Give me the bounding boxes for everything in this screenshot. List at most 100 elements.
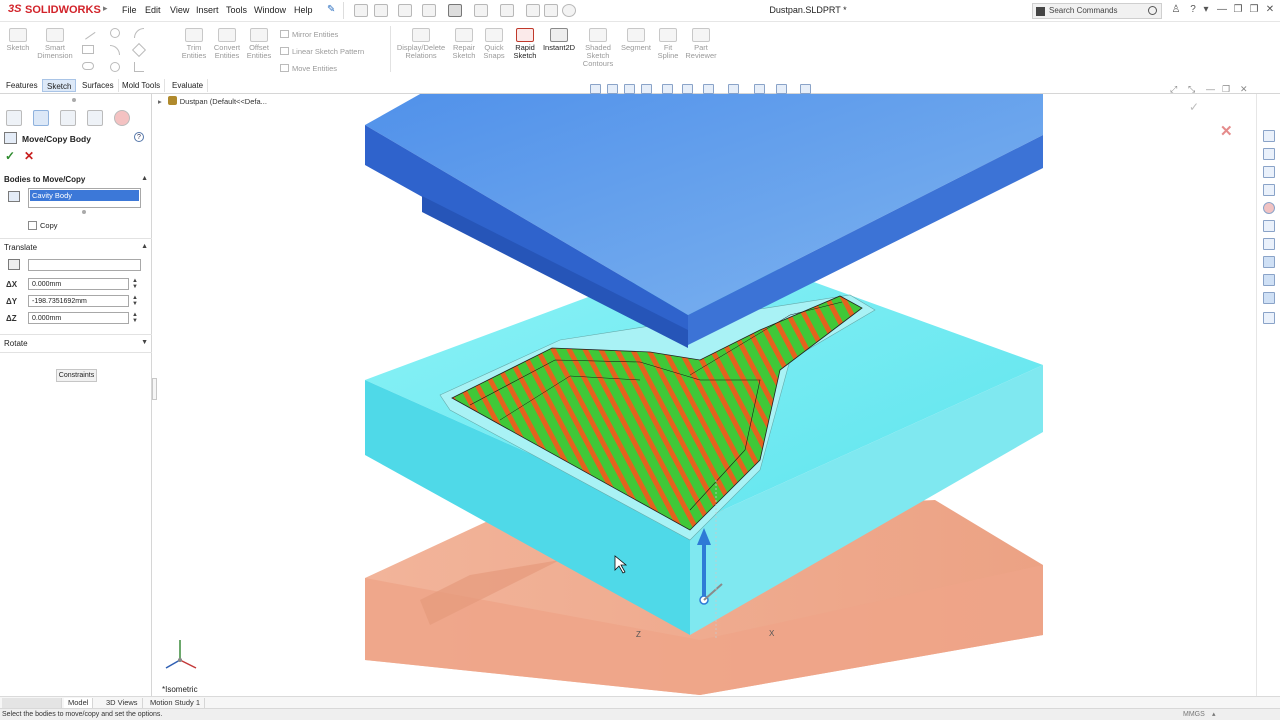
delta-y-input[interactable]: -198.7351692mm — [28, 295, 129, 307]
core-top-plate[interactable] — [365, 94, 1043, 348]
ok-button[interactable]: ✓ — [5, 149, 15, 163]
search-commands-box[interactable]: Search Commands — [1032, 3, 1162, 19]
display-style-icon[interactable] — [703, 84, 714, 94]
zoom-to-fit-icon[interactable] — [590, 84, 601, 94]
view-palette-icon[interactable] — [1263, 184, 1275, 196]
delta-x-spinner[interactable]: ▲ ▼ — [131, 278, 139, 290]
open-file-icon[interactable] — [398, 4, 412, 17]
view-cube-icon[interactable] — [1263, 256, 1275, 268]
close-window-icon[interactable]: ✕ — [1264, 4, 1276, 16]
menu-insert[interactable]: Insert — [196, 5, 219, 15]
shaded-sketch-contours-button[interactable]: Shaded Sketch Contours — [580, 28, 616, 68]
minimize-view-icon[interactable]: — — [1206, 84, 1215, 94]
view-cube-alt-icon[interactable] — [1263, 274, 1275, 286]
close-view-icon[interactable]: ✕ — [1240, 84, 1248, 95]
options-gear-icon[interactable] — [562, 4, 576, 17]
custom-properties-icon[interactable] — [1263, 220, 1275, 232]
menu-view[interactable]: View — [170, 5, 189, 15]
print-icon[interactable] — [448, 4, 462, 17]
units-selector[interactable]: MMGS — [1183, 711, 1205, 718]
circle-icon[interactable] — [110, 28, 120, 38]
tab-evaluate[interactable]: Evaluate — [168, 79, 209, 92]
expand-view-icon[interactable]: ⤢ — [1170, 84, 1177, 95]
confirmation-cancel-icon[interactable]: ✕ — [1220, 122, 1233, 140]
collapse-icon[interactable]: ▲ — [141, 175, 148, 182]
bodies-selection-list[interactable]: Cavity Body — [28, 188, 141, 208]
file-explorer-icon[interactable] — [1263, 166, 1275, 178]
task-pane-tool-icon[interactable] — [1263, 312, 1275, 324]
tab-mold-tools[interactable]: Mold Tools — [118, 79, 166, 92]
undo-icon[interactable] — [474, 4, 488, 17]
file-properties-icon[interactable] — [544, 4, 558, 17]
tab-surfaces[interactable]: Surfaces — [78, 79, 119, 92]
trim-entities-button[interactable]: Trim Entities — [180, 28, 208, 60]
collapse-icon[interactable]: ▲ — [141, 243, 148, 250]
tab-sketch[interactable]: Sketch — [42, 79, 77, 92]
menu-tools[interactable]: Tools — [226, 5, 247, 15]
menu-window[interactable]: Window — [254, 5, 286, 15]
feature-tree-flyout[interactable]: ▸ Dustpan (Default<<Defa... — [158, 96, 267, 106]
edit-appearance-icon[interactable] — [754, 84, 765, 94]
tab-features[interactable]: Features — [2, 79, 43, 92]
bodies-group-header[interactable]: Bodies to Move/Copy ▲ — [4, 175, 148, 184]
rotate-group-header[interactable]: Rotate ▼ — [4, 339, 148, 348]
view-orientation-triad-icon[interactable] — [165, 640, 197, 669]
view-orientation-icon[interactable] — [682, 84, 693, 94]
translate-reference-field[interactable] — [28, 259, 141, 271]
new-file-icon[interactable] — [374, 4, 388, 17]
confirmation-ok-icon[interactable]: ✓ — [1189, 100, 1199, 114]
property-manager-icon[interactable] — [33, 110, 49, 126]
previous-view-icon[interactable] — [624, 84, 635, 94]
expand-icon[interactable]: ▼ — [141, 339, 148, 346]
forum-icon[interactable] — [1263, 238, 1275, 250]
tab-scroll-arrows[interactable] — [2, 698, 62, 708]
configuration-manager-icon[interactable] — [60, 110, 76, 126]
tab-3d-views[interactable]: 3D Views — [102, 698, 143, 708]
spline-icon[interactable] — [134, 28, 144, 38]
pin-icon[interactable]: ✎ — [327, 4, 335, 15]
list-resize-icon[interactable] — [82, 210, 86, 214]
home-icon[interactable] — [354, 4, 368, 17]
help-icon[interactable]: ? — [134, 132, 144, 142]
tab-motion-study-1[interactable]: Motion Study 1 — [146, 698, 206, 708]
fillet-icon[interactable] — [134, 62, 144, 72]
feature-manager-icon[interactable] — [6, 110, 22, 126]
menu-file[interactable]: File — [122, 5, 137, 15]
select-icon[interactable] — [500, 4, 514, 17]
tile-view-icon[interactable]: ⤡ — [1188, 84, 1195, 95]
arc-icon[interactable] — [110, 45, 120, 55]
view-cube-third-icon[interactable] — [1263, 292, 1275, 304]
section-view-icon[interactable] — [641, 84, 652, 94]
segment-button[interactable]: Segment — [619, 28, 653, 52]
menu-help[interactable]: Help — [294, 5, 313, 15]
menu-edit[interactable]: Edit — [145, 5, 161, 15]
search-icon[interactable] — [1148, 6, 1157, 15]
mold-model-view[interactable] — [157, 94, 1256, 696]
ellipse-icon[interactable] — [110, 62, 120, 72]
help-dropdown-icon[interactable]: ▾ — [1200, 4, 1212, 16]
delta-y-spinner[interactable]: ▲ ▼ — [131, 295, 139, 307]
apply-scene-icon[interactable] — [776, 84, 787, 94]
display-delete-relations-button[interactable]: Display/Delete Relations — [396, 28, 446, 60]
pin-arrow-icon[interactable]: ▸ — [103, 3, 115, 17]
restore-icon[interactable]: ❐ — [1232, 4, 1244, 16]
design-library-icon[interactable] — [1263, 148, 1275, 160]
hide-show-items-icon[interactable] — [728, 84, 739, 94]
zoom-to-area-icon[interactable] — [607, 84, 618, 94]
expand-arrow-icon[interactable]: ▸ — [158, 97, 162, 106]
slot-icon[interactable] — [82, 62, 94, 70]
polygon-icon[interactable] — [131, 42, 147, 58]
offset-entities-button[interactable]: Offset Entities — [245, 28, 273, 60]
help-icon[interactable]: ? — [1187, 4, 1199, 16]
solidworks-resources-icon[interactable] — [1263, 130, 1275, 142]
fit-spline-button[interactable]: Fit Spline — [656, 28, 680, 60]
solidworks-logo[interactable]: 3S SOLIDWORKS — [8, 3, 102, 19]
mirror-entities-button[interactable]: Mirror Entities — [280, 30, 338, 39]
cancel-button[interactable]: ✕ — [24, 149, 34, 163]
minimize-icon[interactable]: — — [1216, 4, 1228, 16]
sketch-button[interactable]: Sketch — [4, 28, 32, 52]
convert-entities-button[interactable]: Convert Entities — [212, 28, 242, 60]
view-settings-icon[interactable] — [800, 84, 811, 94]
restore-view-icon[interactable]: ❐ — [1222, 84, 1230, 95]
delta-z-spinner[interactable]: ▲ ▼ — [131, 312, 139, 324]
